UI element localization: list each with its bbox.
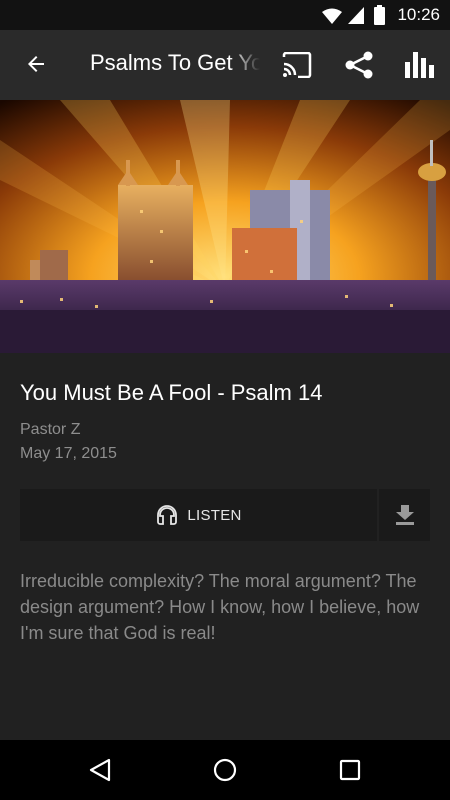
headphones-icon xyxy=(157,505,178,525)
stats-button[interactable] xyxy=(397,43,441,87)
battery-icon xyxy=(374,5,385,25)
wifi-icon xyxy=(322,8,342,24)
back-arrow-icon xyxy=(28,56,44,72)
speaker-name: Pastor Z xyxy=(20,421,81,438)
nav-home-button[interactable] xyxy=(203,748,247,792)
system-navigation-bar xyxy=(0,740,450,800)
cast-button[interactable] xyxy=(275,43,319,87)
share-button[interactable] xyxy=(337,43,381,87)
stats-icon xyxy=(405,52,434,78)
cast-icon xyxy=(282,52,312,78)
nav-back-button[interactable] xyxy=(78,748,122,792)
status-bar: 10:26 xyxy=(0,0,450,30)
listen-label: LISTEN xyxy=(187,506,242,524)
sermon-description: Irreducible complexity? The moral argume… xyxy=(20,571,420,643)
nav-recents-icon xyxy=(339,759,361,781)
share-icon xyxy=(345,51,373,79)
sermon-artwork xyxy=(0,100,450,353)
app-bar: Psalms To Get You Through xyxy=(0,30,450,100)
nav-home-icon xyxy=(213,758,237,782)
download-button[interactable] xyxy=(379,489,430,541)
page-title: Psalms To Get You Through xyxy=(90,50,260,75)
signal-icon xyxy=(348,7,364,24)
download-icon xyxy=(395,505,414,525)
nav-recents-button[interactable] xyxy=(328,748,372,792)
listen-button[interactable]: LISTEN xyxy=(20,489,377,541)
back-button[interactable] xyxy=(14,42,58,86)
status-time: 10:26 xyxy=(397,5,440,24)
nav-back-icon xyxy=(89,758,111,782)
sermon-date: May 17, 2015 xyxy=(20,445,117,462)
sermon-title: You Must Be A Fool - Psalm 14 xyxy=(20,380,323,405)
